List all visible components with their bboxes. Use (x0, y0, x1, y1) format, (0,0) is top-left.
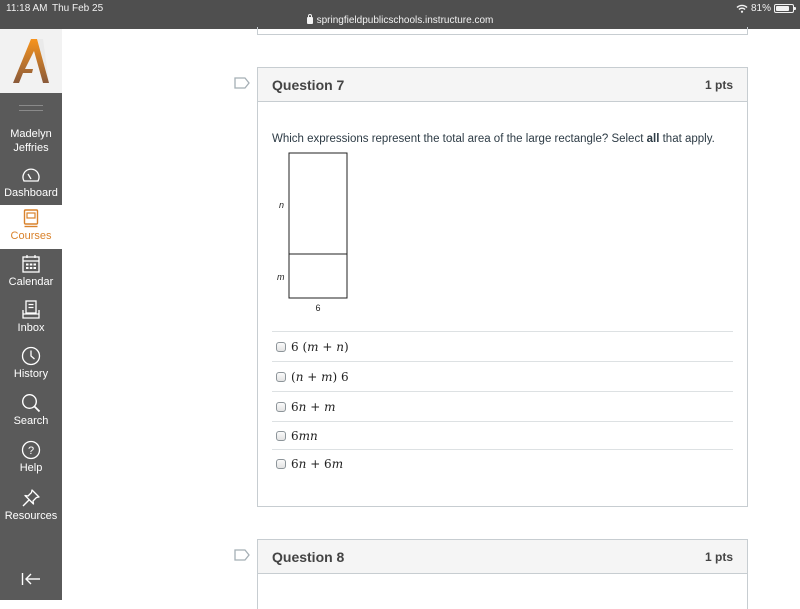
menu-toggle[interactable] (19, 105, 43, 115)
canvas-logo[interactable] (0, 29, 62, 93)
prompt-text-end: that apply. (659, 133, 715, 145)
sidebar-item-label: Courses (10, 230, 52, 242)
label-m: m (277, 272, 285, 282)
sidebar-item-label: Help (19, 462, 43, 474)
answer-checkbox[interactable] (276, 430, 286, 441)
status-date: Thu Feb 25 (52, 3, 104, 14)
user-first-name: Madelyn (10, 128, 52, 140)
user-last-name: Jeffries (13, 142, 49, 154)
answer-checkbox[interactable] (276, 458, 286, 469)
large-rectangle (288, 152, 348, 299)
question-8-card: Question 8 1 pts (257, 539, 748, 609)
battery-icon (774, 4, 796, 13)
sidebar-item-label: Search (13, 415, 49, 427)
logo-icon (13, 39, 49, 83)
prompt-emphasis: all (646, 133, 660, 145)
sidebar-item-help[interactable]: ? Help (0, 440, 62, 480)
answer-expression: 6 (m + n) (291, 339, 349, 354)
book-icon (23, 209, 39, 228)
answer-option[interactable]: 6 (m + n) (272, 331, 733, 361)
answer-expression: 6mn (291, 428, 318, 443)
battery-fill (776, 6, 789, 11)
answer-checkbox[interactable] (276, 401, 286, 412)
address-bar[interactable]: springfieldpublicschools.instructure.com (0, 14, 800, 26)
answer-expression: 6n + m (291, 399, 336, 414)
wifi-icon (736, 4, 748, 13)
collapse-nav-button[interactable] (0, 572, 62, 592)
quiz-content: Question 7 1 pts Which expressions repre… (62, 27, 800, 609)
answer-expression: (n + m) 6 (291, 369, 349, 384)
status-time: 11:18 AM (6, 3, 48, 14)
label-width: 6 (315, 303, 320, 313)
sidebar-item-label: Dashboard (4, 187, 58, 199)
answer-option[interactable]: 6n + m (272, 391, 733, 421)
question-prompt: Which expressions represent the total ar… (272, 133, 733, 145)
pushpin-icon (22, 489, 40, 507)
account-nav[interactable]: Madelyn Jeffries (0, 127, 62, 155)
rectangle-diagram: n m 6 (272, 151, 392, 321)
sidebar-item-label: Resources (4, 510, 58, 522)
lock-icon (306, 14, 313, 24)
answer-expression: 6n + 6m (291, 456, 344, 471)
question-title: Question 8 (272, 548, 345, 565)
question-points: 1 pts (704, 549, 733, 564)
global-nav-sidebar: Madelyn Jeffries Dashboard Courses Calen… (0, 29, 62, 600)
battery-percent: 81% (750, 3, 771, 14)
help-icon: ? (21, 440, 41, 460)
sidebar-item-inbox[interactable]: Inbox (0, 300, 62, 340)
answer-option[interactable]: (n + m) 6 (272, 361, 733, 391)
question-points: 1 pts (704, 77, 733, 92)
answer-checkbox[interactable] (276, 341, 286, 352)
answer-option[interactable]: 6n + 6m (272, 449, 733, 477)
area-model-figure: n m 6 (277, 152, 348, 313)
prompt-text: Which expressions represent the total ar… (272, 133, 647, 145)
sidebar-item-resources[interactable]: Resources (0, 488, 62, 528)
question-title: Question 7 (272, 76, 345, 93)
label-n: n (279, 200, 284, 210)
svg-text:?: ? (28, 445, 34, 457)
sidebar-item-label: Inbox (17, 322, 45, 334)
question-header: Question 7 1 pts (258, 68, 747, 102)
clock-icon (21, 346, 41, 366)
answer-checkbox[interactable] (276, 371, 286, 382)
search-icon (21, 393, 41, 413)
inbox-icon (22, 300, 40, 319)
sidebar-item-label: History (13, 368, 49, 380)
collapse-arrow-icon (21, 573, 40, 585)
sidebar-item-label: Calendar (8, 276, 54, 288)
sidebar-item-search[interactable]: Search (0, 393, 62, 433)
url-text: springfieldpublicschools.instructure.com (316, 15, 494, 26)
calendar-icon (22, 255, 40, 273)
sidebar-item-history[interactable]: History (0, 346, 62, 386)
ios-status-bar: 11:18 AM Thu Feb 25 springfieldpublicsch… (0, 0, 800, 29)
question-7-card: Question 7 1 pts Which expressions repre… (257, 67, 748, 507)
sidebar-item-calendar[interactable]: Calendar (0, 254, 62, 294)
dashboard-icon (22, 168, 40, 182)
flag-question-icon[interactable] (234, 549, 250, 561)
previous-question-card (257, 27, 748, 35)
flag-question-icon[interactable] (234, 77, 250, 89)
sidebar-item-dashboard[interactable]: Dashboard (0, 167, 62, 205)
answer-list: 6 (m + n) (n + m) 6 6n + m 6mn 6n + 6m (272, 331, 733, 477)
sidebar-item-courses[interactable]: Courses (0, 205, 62, 249)
answer-option[interactable]: 6mn (272, 421, 733, 449)
question-header: Question 8 1 pts (258, 540, 747, 574)
